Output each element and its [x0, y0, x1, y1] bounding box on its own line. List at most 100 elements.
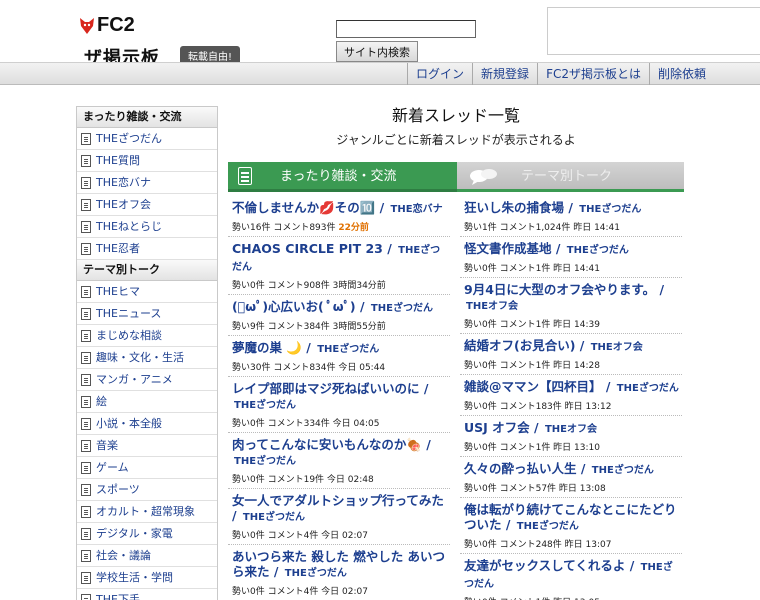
- thread-meta: 勢い0件 コメント248件 昨日 13:07: [464, 537, 682, 550]
- sidebar-item[interactable]: 学校生活・学問: [77, 567, 217, 589]
- sidebar-item-label: THEねとらじ: [96, 220, 162, 233]
- site-search-button[interactable]: サイト内検索: [336, 41, 418, 62]
- page-subtitle: ジャンルごとに新着スレッドが表示されるよ: [336, 133, 576, 147]
- nav-about[interactable]: FC2ザ掲示板とは: [537, 63, 649, 85]
- document-icon: [81, 527, 91, 540]
- sidebar-item[interactable]: THEねとらじ: [77, 216, 217, 238]
- thread-item: 雑談@ママン【四杯目】 / THEざつだん 勢い0件 コメント183件 昨日 13…: [460, 375, 682, 416]
- thread-category-link[interactable]: THEオフ会: [466, 301, 518, 312]
- thread-meta: 勢い16件 コメント893件 22分前: [232, 220, 450, 233]
- thread-link[interactable]: 肉ってこんなに安いもんなのか🍖: [232, 437, 422, 452]
- sidebar-item[interactable]: スポーツ: [77, 479, 217, 501]
- sidebar-item-label: 小説・本全般: [96, 417, 162, 430]
- thread-category-link[interactable]: THEざつだん: [517, 521, 579, 532]
- thread-item: レイプ部即はマジ死ねばいいのに / THEざつだん 勢い0件 コメント334件 今…: [228, 377, 450, 433]
- sidebar-item[interactable]: 音楽: [77, 435, 217, 457]
- thread-title-line: 女一人でアダルトショップ行ってみた / THEざつだん: [232, 493, 450, 525]
- thread-link[interactable]: レイプ部即はマジ死ねばいいのに: [232, 381, 420, 396]
- sidebar-item[interactable]: THEオフ会: [77, 194, 217, 216]
- sidebar-item[interactable]: THEざつだん: [77, 128, 217, 150]
- document-icon: [81, 417, 91, 430]
- thread-list-left: 不倫しませんか💋その🔟 / THE恋バナ勢い16件 コメント893件 22分前 C…: [228, 196, 450, 600]
- thread-stats: 勢い9件 コメント384件 3時間55分前: [232, 322, 386, 332]
- thread-item: 結婚オフ(お見合い) / THEオフ会 勢い0件 コメント1件 昨日 14:28: [460, 334, 682, 375]
- thread-link[interactable]: 結婚オフ(お見合い): [464, 338, 575, 353]
- thread-link[interactable]: 9月4日に大型のオフ会やります。: [464, 282, 655, 297]
- thread-category-link[interactable]: THEざつだん: [592, 465, 654, 476]
- sidebar-item[interactable]: 小説・本全般: [77, 413, 217, 435]
- sidebar-item-label: 学校生活・学問: [96, 571, 173, 584]
- sidebar-item-label: THEヒマ: [96, 285, 140, 298]
- thread-link[interactable]: 狂いし朱の捕食場: [464, 200, 564, 215]
- sidebar-item[interactable]: THE恋バナ: [77, 172, 217, 194]
- nav-links: ログイン 新規登録 FC2ザ掲示板とは 削除依頼: [407, 63, 714, 85]
- thread-link[interactable]: 友達がセックスしてくれるよ: [464, 558, 625, 573]
- thread-category-link[interactable]: THEざつだん: [579, 204, 641, 215]
- sidebar-item[interactable]: 絵: [77, 391, 217, 413]
- thread-link[interactable]: 雑談@ママン【四杯目】: [464, 379, 602, 394]
- sidebar-item[interactable]: デジタル・家電: [77, 523, 217, 545]
- document-icon: [81, 461, 91, 474]
- document-icon: [81, 549, 91, 562]
- sidebar-item[interactable]: オカルト・超常現象: [77, 501, 217, 523]
- sidebar-item[interactable]: まじめな相談: [77, 325, 217, 347]
- sidebar-item[interactable]: THEヒマ: [77, 281, 217, 303]
- sidebar-item[interactable]: マンガ・アニメ: [77, 369, 217, 391]
- thread-stats: 勢い0件 コメント183件 昨日 13:12: [464, 402, 612, 412]
- thread-link[interactable]: 不倫しませんか💋その🔟: [232, 200, 375, 215]
- thread-title-line: 俺は転がり続けてこんなとこにたどりついた / THEざつだん: [464, 502, 682, 534]
- document-icon: [81, 395, 91, 408]
- thread-link[interactable]: 夢魔の巣 🌙: [232, 340, 302, 355]
- thread-link[interactable]: CHAOS CIRCLE PIT 23: [232, 241, 383, 256]
- thread-new-time: 22分前: [338, 223, 369, 233]
- thread-category-link[interactable]: THEざつだん: [317, 344, 379, 355]
- brand-text: FC2: [97, 14, 135, 36]
- thread-stats: 勢い0件 コメント19件 今日 02:48: [232, 475, 374, 485]
- thread-category-link[interactable]: THEざつだん: [371, 303, 433, 314]
- nav-delete-request[interactable]: 削除依頼: [648, 63, 714, 85]
- thread-title-line: CHAOS CIRCLE PIT 23 / THEざつだん: [232, 241, 450, 275]
- thread-category-link[interactable]: THEオフ会: [545, 424, 597, 435]
- thread-category-link[interactable]: THEざつだん: [234, 456, 296, 467]
- thread-link[interactable]: 怪文書作成基地: [464, 241, 552, 256]
- thread-meta: 勢い0件 コメント1件 昨日 14:39: [464, 317, 682, 330]
- document-icon: [81, 329, 91, 342]
- sidebar-item[interactable]: THE下手: [77, 589, 217, 600]
- sidebar-item[interactable]: ゲーム: [77, 457, 217, 479]
- sidebar-item-label: 趣味・文化・生活: [96, 351, 184, 364]
- thread-category-link[interactable]: THEざつだん: [234, 400, 296, 411]
- sidebar-item[interactable]: 趣味・文化・生活: [77, 347, 217, 369]
- thread-category-link[interactable]: THEざつだん: [243, 512, 305, 523]
- tab-chat[interactable]: まったり雑談・交流: [228, 162, 457, 192]
- nav-register[interactable]: 新規登録: [472, 63, 537, 85]
- site-logo[interactable]: FC2 ザ掲示板 転載自由!: [78, 14, 268, 66]
- thread-link[interactable]: 女一人でアダルトショップ行ってみた: [232, 493, 444, 508]
- thread-category-link[interactable]: THEざつだん: [617, 383, 679, 394]
- search-input[interactable]: [336, 20, 476, 38]
- separator: /: [501, 517, 515, 532]
- thread-category-link[interactable]: THEざつだん: [567, 245, 629, 256]
- separator: /: [301, 340, 316, 355]
- thread-item: (ﾟωﾟ)心広いお( ﾟωﾟ) / THEざつだん 勢い9件 コメント384件 3…: [228, 295, 450, 336]
- separator: /: [551, 241, 565, 256]
- sidebar-item[interactable]: THE質問: [77, 150, 217, 172]
- document-icon: [81, 242, 91, 255]
- sidebar-item[interactable]: THE忍者: [77, 238, 217, 260]
- thread-item: 不倫しませんか💋その🔟 / THE恋バナ 勢い16件 コメント893件 22分前: [228, 196, 450, 237]
- thread-stats: 勢い30件 コメント834件 今日 05:44: [232, 363, 386, 373]
- thread-category-link[interactable]: THE恋バナ: [391, 204, 443, 215]
- nav-login[interactable]: ログイン: [407, 63, 472, 85]
- thread-category-link[interactable]: THEざつだん: [285, 568, 347, 579]
- sidebar-item[interactable]: THEニュース: [77, 303, 217, 325]
- sidebar-item[interactable]: 社会・議論: [77, 545, 217, 567]
- thread-stats: 勢い0件 コメント4件 今日 02:07: [232, 587, 368, 597]
- thread-link[interactable]: USJ オフ会: [464, 420, 530, 435]
- thread-category-link[interactable]: THEオフ会: [591, 342, 643, 353]
- thread-item: 狂いし朱の捕食場 / THEざつだん 勢い1件 コメント1,024件 昨日 14:…: [460, 196, 682, 237]
- tab-theme[interactable]: テーマ別トーク: [457, 162, 684, 192]
- thread-link[interactable]: (ﾟωﾟ)心広いお( ﾟωﾟ): [232, 299, 356, 314]
- document-icon: [81, 373, 91, 386]
- document-icon: [81, 307, 91, 320]
- document-icon: [81, 571, 91, 584]
- thread-link[interactable]: 久々の酔っ払い人生: [464, 461, 577, 476]
